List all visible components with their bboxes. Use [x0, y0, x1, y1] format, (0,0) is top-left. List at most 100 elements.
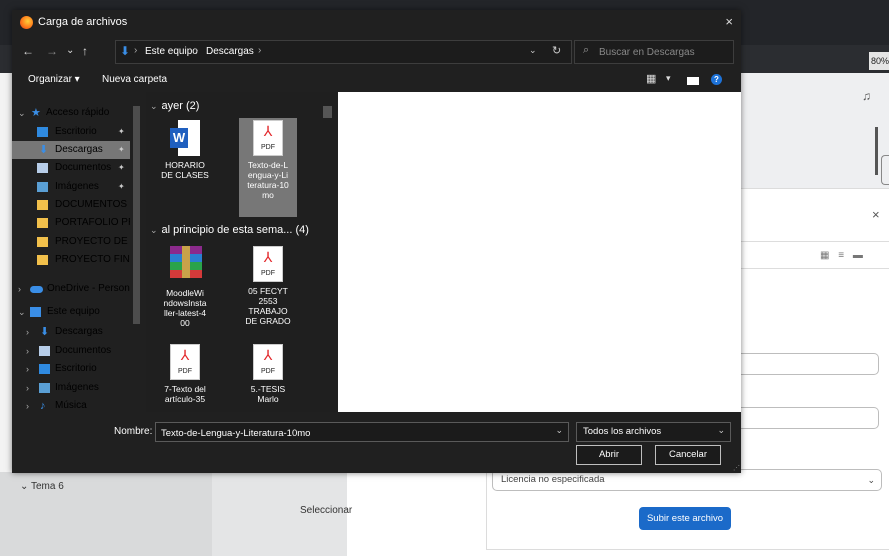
- file-name: HORARIO DE CLASES: [161, 160, 209, 180]
- pin-icon: ✦: [118, 182, 125, 191]
- pdf-label: PDF: [261, 144, 275, 151]
- up-folder-icon[interactable]: ↑: [82, 44, 88, 58]
- page-toggle-box[interactable]: [881, 155, 889, 185]
- nav-item-label: Imágenes: [55, 382, 99, 393]
- preview-pane-icon[interactable]: [687, 77, 699, 85]
- file-item-tesis[interactable]: ⅄ PDF 5.-TESIS Marlo: [239, 344, 297, 412]
- firefox-icon: [20, 16, 33, 29]
- nav-item-acceso-rapido[interactable]: ⌄ ★ Acceso rápido: [12, 104, 130, 122]
- file-name: 7-Texto del artículo-35: [164, 384, 206, 404]
- select-link[interactable]: Seleccionar: [300, 505, 352, 516]
- pdf-label: PDF: [261, 368, 275, 375]
- file-item-fecyt[interactable]: ⅄ PDF 05 FECYT 2553 TRABAJO DE GRADO: [239, 246, 297, 332]
- chevron-down-icon: ⌄: [20, 481, 31, 492]
- file-item-texto-lengua[interactable]: ⅄ PDF Texto-de-L engua-y-Li teratura-10 m…: [239, 118, 297, 217]
- group-header-semana[interactable]: ⌄ al principio de esta sema... (4): [150, 224, 309, 236]
- chevron-down-icon: ⌄: [18, 307, 26, 317]
- chevron-right-icon: ›: [26, 364, 29, 374]
- nav-item-pc-descargas[interactable]: › ⬇ Descargas: [12, 323, 130, 341]
- cloud-icon: [30, 286, 43, 293]
- recent-locations-icon[interactable]: ⌄: [66, 45, 74, 56]
- resize-grip-icon[interactable]: ⋰: [733, 464, 740, 472]
- close-icon[interactable]: ×: [725, 14, 733, 29]
- download-icon: ⬇: [40, 326, 50, 338]
- zoom-level[interactable]: 80%: [869, 52, 889, 70]
- file-item-moodle[interactable]: MoodleWi ndowsInsta ller-latest-4 00: [156, 246, 214, 332]
- dialog-titlebar: Carga de archivos ×: [12, 10, 741, 36]
- nav-item-label: Este equipo: [47, 306, 100, 317]
- modal-input-2[interactable]: [740, 407, 879, 429]
- nav-item-imagenes[interactable]: Imágenes ✦: [12, 178, 130, 196]
- pdf-symbol: ⅄: [180, 347, 190, 363]
- nav-item-portafolio[interactable]: PORTAFOLIO PRO: [12, 214, 130, 232]
- nav-item-documentos-de[interactable]: DOCUMENTOS DE: [12, 196, 130, 214]
- upload-file-button[interactable]: Subir este archivo: [639, 507, 731, 530]
- file-item-texto-articulo[interactable]: ⅄ PDF 7-Texto del artículo-35: [156, 344, 214, 412]
- search-icon: ⌕: [583, 44, 590, 56]
- breadcrumb-separator: ›: [195, 45, 199, 56]
- search-input[interactable]: [597, 44, 731, 61]
- chevron-down-icon[interactable]: ▾: [666, 73, 671, 84]
- pdf-icon: ⅄ PDF: [253, 246, 283, 282]
- modal-close-icon[interactable]: ×: [872, 207, 880, 222]
- desktop-icon: [37, 127, 48, 137]
- pdf-symbol: ⅄: [263, 249, 273, 265]
- file-name: 05 FECYT 2553 TRABAJO DE GRADO: [245, 286, 291, 326]
- nav-item-pc-documentos[interactable]: › Documentos: [12, 342, 130, 360]
- file-list-scroll-thumb[interactable]: [323, 106, 332, 118]
- nav-item-label: Documentos: [55, 162, 112, 173]
- open-button[interactable]: Abrir: [576, 445, 642, 465]
- chevron-right-icon: ›: [26, 346, 29, 356]
- chevron-down-icon: ⌄: [150, 101, 158, 111]
- desktop-icon: [39, 364, 50, 374]
- help-icon[interactable]: ?: [711, 74, 722, 85]
- bell-icon[interactable]: ♫: [862, 89, 871, 103]
- nav-item-label: Escritorio: [55, 363, 97, 374]
- pin-icon: ✦: [118, 163, 125, 172]
- nav-pane-scroll-thumb[interactable]: [133, 106, 140, 324]
- nav-item-label: Documentos: [55, 345, 112, 356]
- nav-item-pc-imagenes[interactable]: › Imágenes: [12, 379, 130, 397]
- new-folder-button[interactable]: Nueva carpeta: [102, 74, 167, 85]
- pin-icon: ✦: [118, 145, 125, 154]
- organize-menu[interactable]: Organizar ▾: [28, 74, 80, 85]
- filename-field[interactable]: ⌄: [155, 422, 569, 442]
- file-list-scrollbar[interactable]: [322, 94, 334, 412]
- breadcrumb-descargas[interactable]: Descargas: [206, 46, 254, 57]
- nav-item-label: Acceso rápido: [46, 107, 110, 118]
- nav-item-descargas[interactable]: ⬇ Descargas ✦: [12, 141, 130, 159]
- breadcrumb-este-equipo[interactable]: Este equipo: [145, 46, 198, 57]
- filetype-select[interactable]: Todos los archivos ⌄: [576, 422, 731, 442]
- chevron-down-icon[interactable]: ⌄: [529, 45, 537, 56]
- nav-item-onedrive[interactable]: › OneDrive - Persona: [12, 280, 130, 298]
- view-options-icon[interactable]: ▦: [646, 72, 656, 85]
- modal-input-1[interactable]: [740, 353, 879, 375]
- nav-item-documentos[interactable]: Documentos ✦: [12, 159, 130, 177]
- nav-item-proyecto-final[interactable]: PROYECTO FINAL: [12, 251, 130, 269]
- pdf-label: PDF: [178, 368, 192, 375]
- nav-item-proyecto-titulo[interactable]: PROYECTO DE TITU: [12, 233, 130, 251]
- back-icon[interactable]: ←: [22, 44, 34, 58]
- filename-input[interactable]: [159, 425, 543, 441]
- nav-item-escritorio[interactable]: Escritorio ✦: [12, 123, 130, 141]
- documents-icon: [37, 163, 48, 173]
- chevron-down-icon[interactable]: ⌄: [555, 425, 563, 436]
- group-header-ayer[interactable]: ⌄ ayer (2): [150, 100, 199, 112]
- pin-icon: ✦: [118, 127, 125, 136]
- forward-icon[interactable]: →: [46, 44, 58, 58]
- search-box[interactable]: ⌕: [574, 40, 734, 64]
- nav-item-este-equipo[interactable]: ⌄ Este equipo: [12, 303, 130, 321]
- section-tema-6[interactable]: ⌄ Tema 6: [20, 481, 64, 492]
- nav-item-label: DOCUMENTOS DE: [55, 199, 130, 210]
- nav-item-label: PROYECTO DE TITU: [55, 236, 130, 247]
- file-item-horario[interactable]: W HORARIO DE CLASES: [156, 120, 214, 192]
- folder-icon: [37, 218, 48, 228]
- pictures-icon: [37, 182, 48, 192]
- cancel-button[interactable]: Cancelar: [655, 445, 721, 465]
- view-mode-icons[interactable]: ▦ ≡ ▬: [820, 250, 866, 261]
- address-bar[interactable]: ⬇ › Este equipo › Descargas › ⌄ ↻: [115, 40, 572, 64]
- refresh-icon[interactable]: ↻: [552, 44, 561, 57]
- chevron-down-icon: ⌄: [18, 108, 26, 118]
- nav-item-pc-escritorio[interactable]: › Escritorio: [12, 360, 130, 378]
- music-icon: ♪: [40, 400, 46, 412]
